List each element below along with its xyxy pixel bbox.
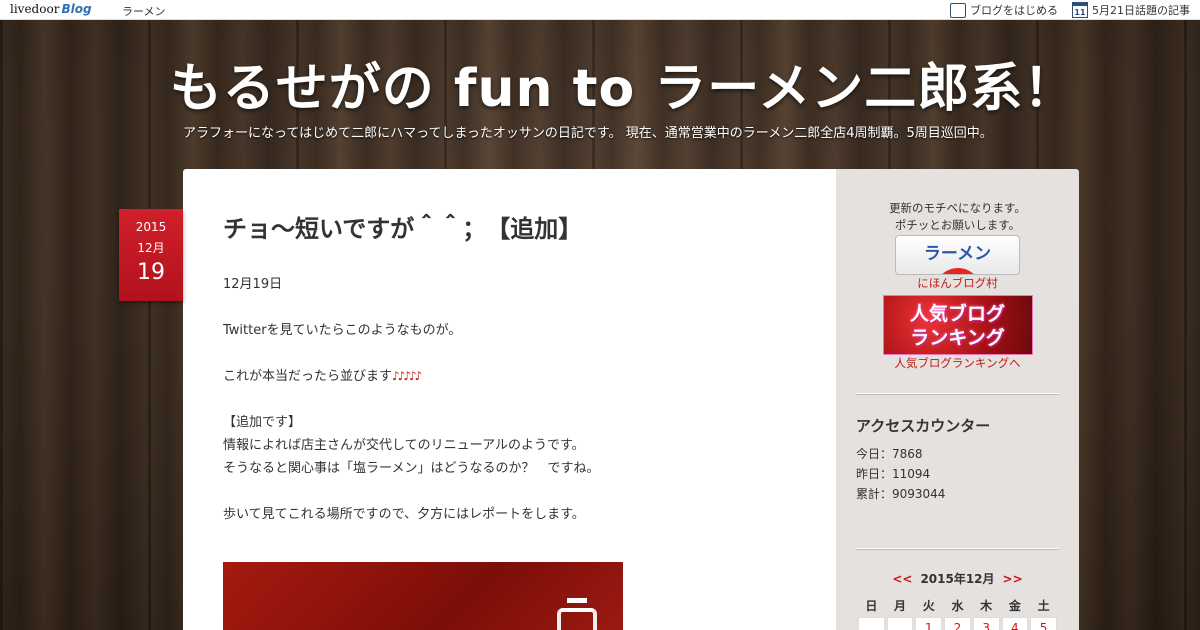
- date-year: 2015: [135, 220, 167, 234]
- counter-title: アクセスカウンター: [856, 417, 991, 435]
- calendar-prev[interactable]: <<: [892, 572, 912, 586]
- counter-total: 累計：9093044: [856, 487, 946, 501]
- date-month: 12月: [137, 241, 165, 255]
- top-right-links: ブログをはじめる 11 5月21日話題の記事: [950, 2, 1190, 18]
- date-badge: 2015 12月 19: [119, 209, 183, 301]
- divider: [856, 393, 1059, 395]
- ramen-button-label: ラーメン: [923, 244, 992, 264]
- calendar-table: 日 月 火 水 木 金 土 1 2 3 4 5: [856, 593, 1059, 630]
- weekday-wed: 水: [951, 598, 964, 613]
- red-sun-icon: [934, 268, 982, 274]
- motive-line: 更新のモチベになります。: [889, 201, 1026, 215]
- post-title[interactable]: チョ～短いですが＾＾； 【追加】: [223, 209, 582, 244]
- motivation-text: 更新のモチベになります。 ポチッとお願いします。: [856, 200, 1059, 234]
- banner-line2: ランキング: [910, 327, 1005, 349]
- weekday-sat: 土: [1037, 598, 1050, 613]
- weekday-mon: 月: [894, 598, 907, 613]
- banner-line1: 人気ブログ: [909, 303, 1005, 325]
- post-body: 12月19日 Twitterを見ていたらこのようなものが。 これが本当だったら並…: [223, 273, 803, 526]
- main-content: チョ～短いですが＾＾； 【追加】 12月19日 Twitterを見ていたらこのよ…: [183, 169, 836, 630]
- site-description: アラフォーになってはじめて二郎にハマってしまったオッサンの日記です。 現在、通常…: [183, 126, 993, 141]
- calendar-day[interactable]: 5: [1030, 617, 1057, 630]
- divider: [856, 548, 1059, 550]
- calendar-icon: 11: [1072, 2, 1088, 18]
- ranking-link[interactable]: 人気ブログランキングへ: [856, 355, 1059, 371]
- date-day: 19: [137, 260, 165, 285]
- post-line: 歩いて見てこれる場所ですので、夕方にはレポートをします。: [223, 507, 585, 522]
- category-link[interactable]: ラーメン: [122, 3, 166, 19]
- sidebar: 更新のモチベになります。 ポチッとお願いします。 ラーメン にほんブログ村 人気…: [836, 169, 1079, 630]
- post-line: 【追加です】: [223, 415, 302, 430]
- counter-today: 今日：7868: [856, 447, 923, 461]
- post-line: Twitterを見ていたらこのようなものが。: [223, 323, 462, 338]
- post-line: そうなると関心事は「塩ラーメン」はどうなるのか？ ですね。: [223, 461, 600, 476]
- nihon-blog-link[interactable]: にほんブログ村: [856, 275, 1059, 291]
- calendar-header: << 2015年12月 >>: [856, 570, 1059, 587]
- calendar-next[interactable]: >>: [1003, 572, 1023, 586]
- calendar-day[interactable]: 1: [915, 617, 943, 630]
- calendar-day[interactable]: 4: [1001, 617, 1029, 630]
- start-blog-label: ブログをはじめる: [970, 4, 1058, 17]
- calendar-day: [858, 617, 885, 630]
- post-line-with-notes: これが本当だったら並びます♪♪♪♪♪: [223, 365, 803, 388]
- ramen-ranking-button[interactable]: ラーメン: [895, 235, 1020, 275]
- sidebar-inner: 更新のモチベになります。 ポチッとお願いします。 ラーメン にほんブログ村 人気…: [856, 169, 1059, 630]
- top-bar: livedoor Blog ラーメン ブログをはじめる 11 5月21日話題の記事: [0, 0, 1200, 20]
- site-title[interactable]: もるせがの fun to ラーメン二郎系！: [0, 46, 1200, 121]
- calendar-month: 2015年12月: [920, 572, 995, 586]
- trending-label: 5月21日話題の記事: [1092, 4, 1190, 17]
- post-image[interactable]: [223, 562, 623, 630]
- weekday-thu: 木: [980, 598, 993, 613]
- weekday-tue: 火: [922, 598, 935, 613]
- counter-yesterday: 昨日：11094: [856, 467, 931, 481]
- post-line: 12月19日: [223, 277, 283, 292]
- calendar-day: [886, 617, 914, 630]
- calendar-day[interactable]: 2: [944, 617, 971, 630]
- post-line: 情報によれば店主さんが交代してのリニューアルのようです。: [223, 438, 585, 453]
- post-line: [223, 480, 803, 503]
- motive-line: ポチッとお願いします。: [894, 218, 1021, 232]
- trending-link[interactable]: 11 5月21日話題の記事: [1072, 2, 1190, 18]
- weekday-fri: 金: [1008, 598, 1021, 613]
- logo-blog: Blog: [61, 2, 92, 16]
- start-blog-link[interactable]: ブログをはじめる: [950, 2, 1058, 18]
- access-counter: 今日：7868 昨日：11094 累計：9093044: [856, 444, 1059, 504]
- calendar-day[interactable]: 3: [972, 617, 1000, 630]
- music-notes-icon: ♪♪♪♪♪: [392, 369, 422, 383]
- livedoor-blog-logo[interactable]: livedoor Blog: [10, 2, 92, 18]
- edit-icon: [950, 2, 966, 18]
- image-glyph: [557, 598, 597, 630]
- weekday-sun: 日: [865, 598, 878, 613]
- logo-livedoor: livedoor: [10, 2, 60, 16]
- post-line: [223, 388, 803, 411]
- ranking-banner[interactable]: 人気ブログ ランキング: [882, 295, 1033, 355]
- post-line: [223, 296, 803, 319]
- post-line: [223, 342, 803, 365]
- post-line: これが本当だったら並びます: [223, 369, 393, 384]
